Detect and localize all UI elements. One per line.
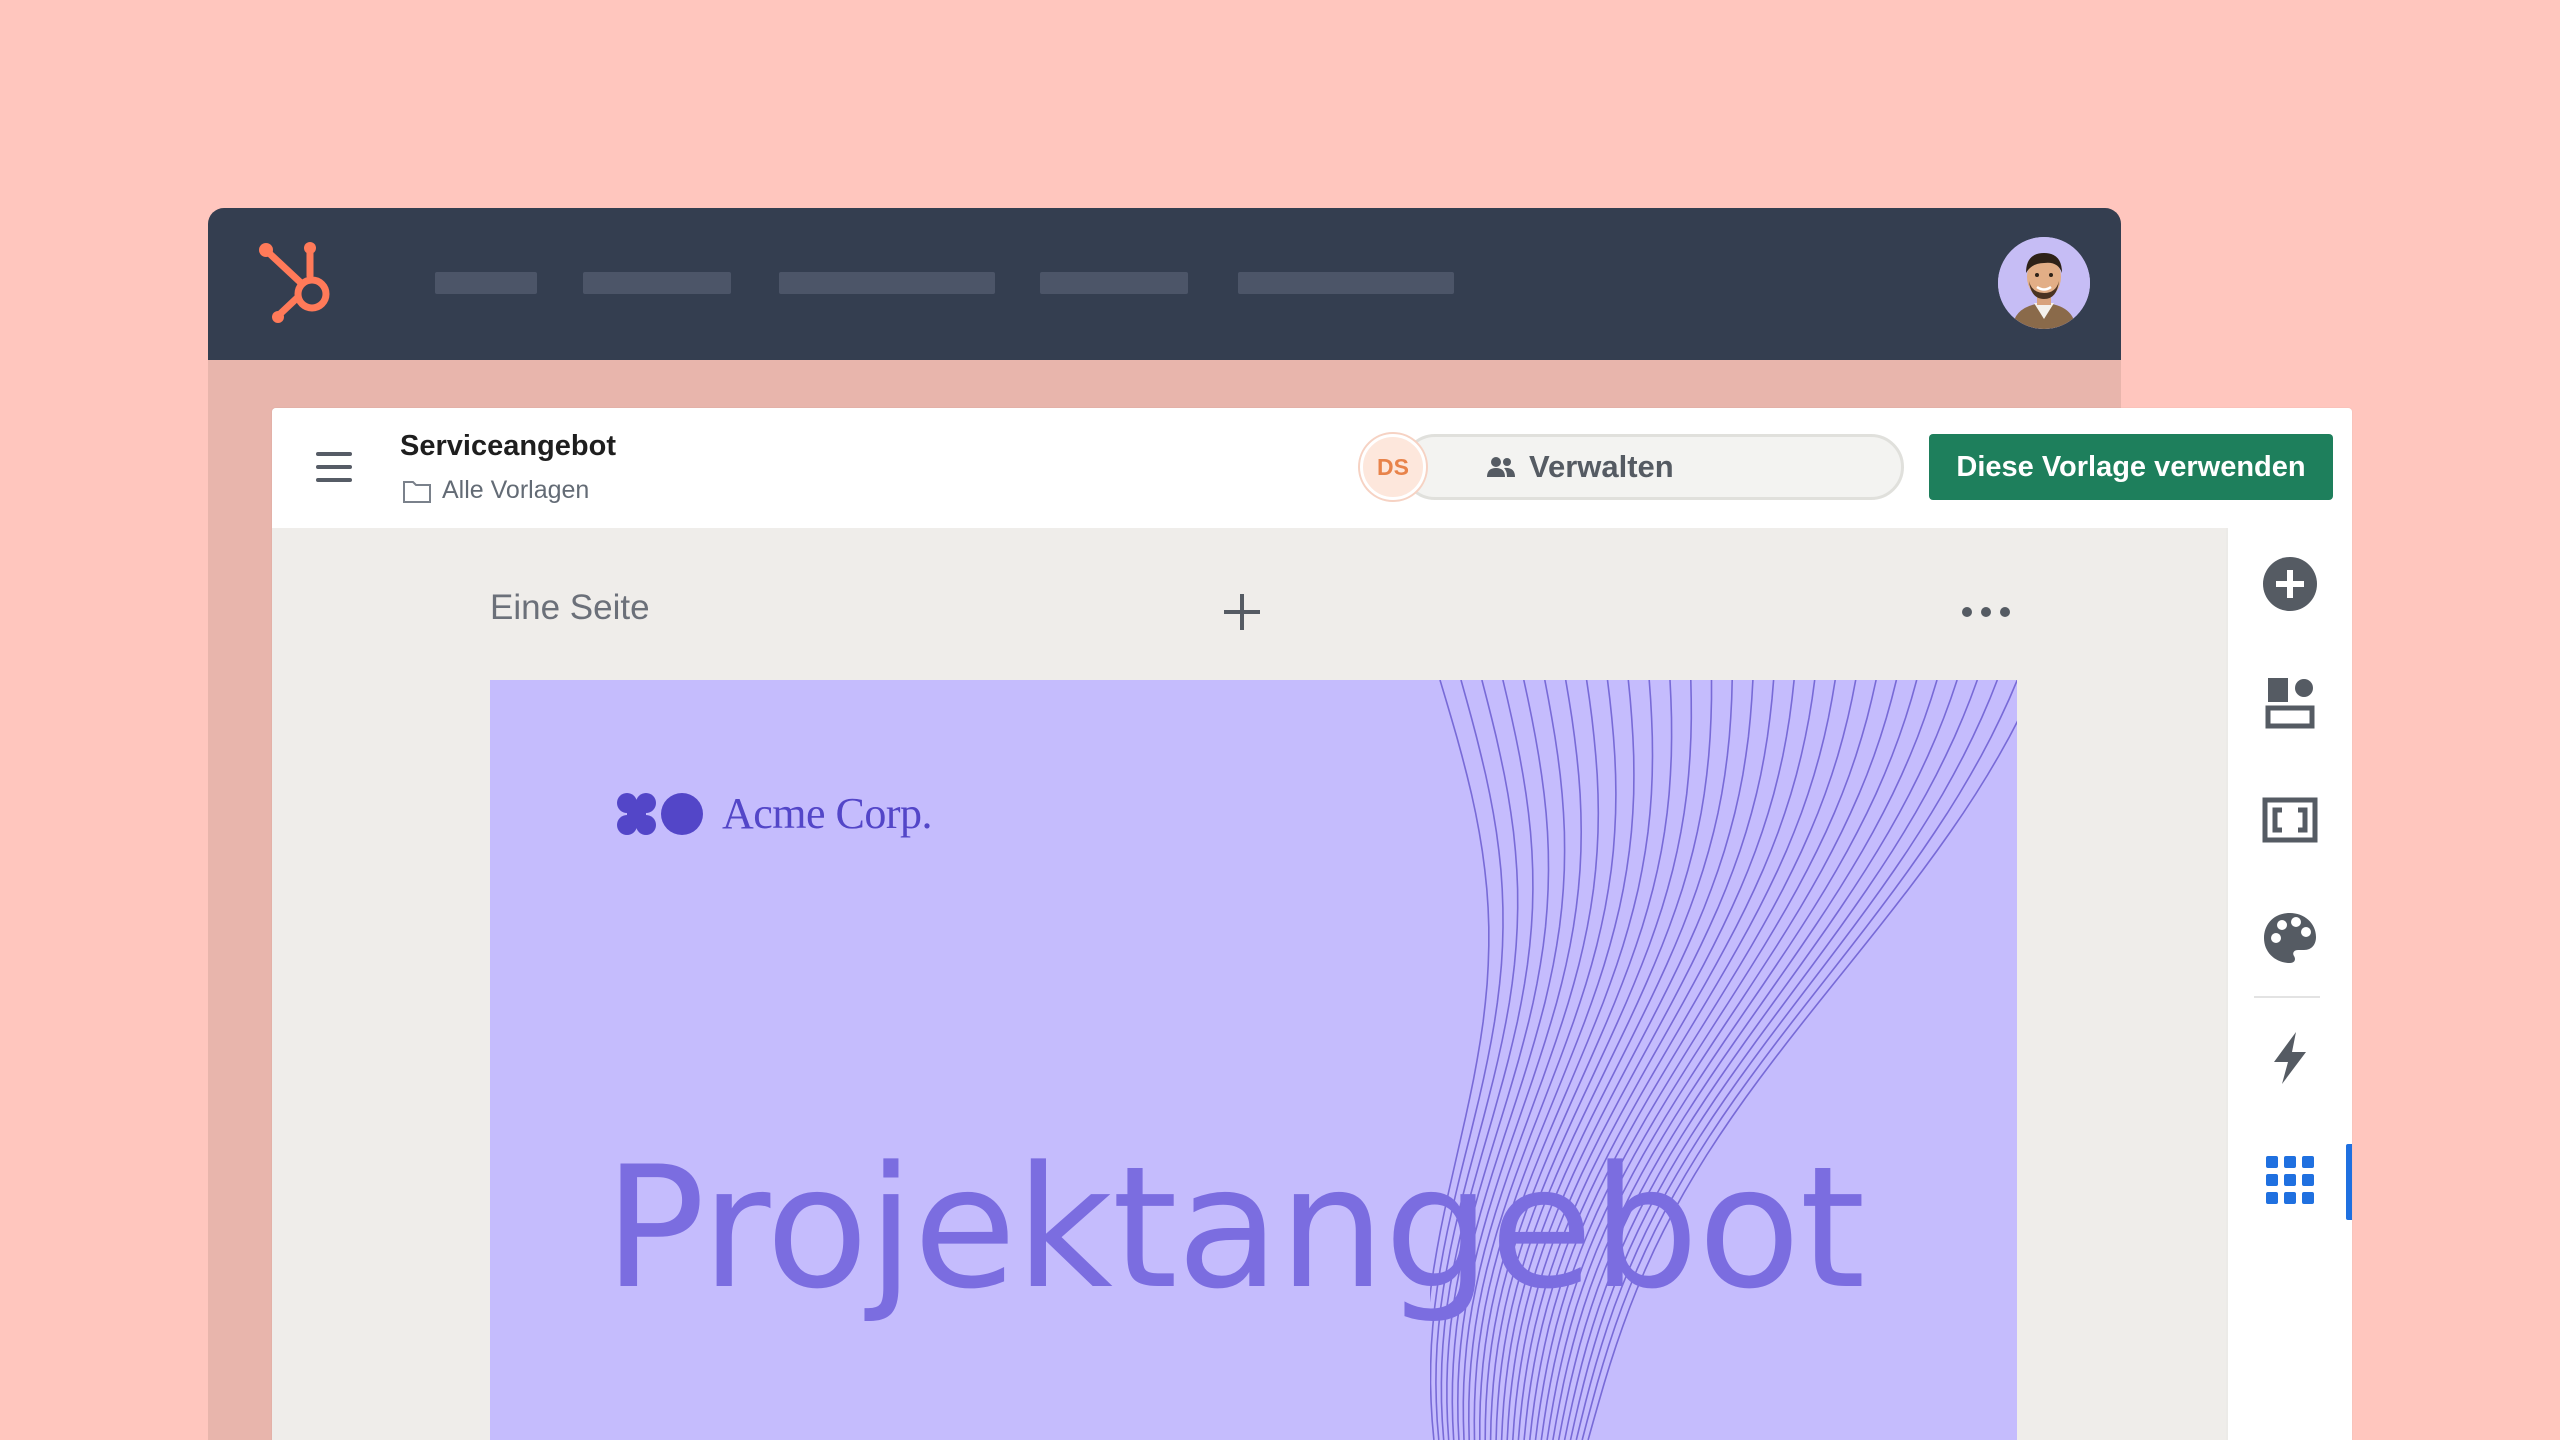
grid-dot (2302, 1192, 2314, 1204)
brand-logo: Acme Corp. (616, 788, 933, 839)
collaborator-avatar[interactable]: DS (1360, 434, 1426, 500)
wave-line (1529, 680, 1836, 1440)
nav-item-placeholder[interactable] (583, 272, 731, 294)
wave-line (1430, 680, 1504, 1440)
wave-line (1500, 680, 1733, 1440)
frame-icon[interactable] (2260, 790, 2320, 850)
page-options-icon[interactable] (1962, 604, 2010, 620)
breadcrumb-label: Alle Vorlagen (442, 476, 590, 504)
nav-item-placeholder[interactable] (435, 272, 537, 294)
user-avatar[interactable] (1998, 237, 2090, 329)
top-navigation (208, 208, 2121, 360)
grid-dot (2266, 1156, 2278, 1168)
active-tool-indicator (2346, 1144, 2352, 1220)
wave-line (1587, 720, 2017, 1440)
people-icon (1487, 457, 1515, 477)
slide-preview[interactable]: Acme Corp. Projektangebot (490, 680, 2017, 1440)
menu-icon[interactable] (314, 452, 354, 484)
wave-line (1575, 680, 1999, 1440)
wave-lines-decoration (1430, 680, 2017, 1440)
grid-dot (2284, 1174, 2296, 1186)
toolbar-divider (2254, 996, 2320, 998)
brand-name: Acme Corp. (722, 789, 933, 838)
nav-item-placeholder[interactable] (1040, 272, 1188, 294)
hubspot-logo-icon[interactable] (252, 236, 352, 336)
wave-line (1512, 680, 1775, 1440)
right-toolbar (2226, 528, 2352, 1440)
layout-icon[interactable] (2260, 672, 2320, 732)
manage-label: Verwalten (1529, 449, 1674, 484)
slide-title[interactable]: Projektangebot (604, 1130, 1865, 1326)
use-template-button[interactable]: Diese Vorlage verwenden (1929, 434, 2333, 500)
grid-dot (2284, 1192, 2296, 1204)
wave-line (1479, 680, 1654, 1440)
grid-dot (2302, 1156, 2314, 1168)
add-icon[interactable] (2260, 554, 2320, 614)
grid-dot (2284, 1156, 2296, 1168)
nav-item-placeholder[interactable] (779, 272, 995, 294)
manage-sharing-button[interactable]: Verwalten (1402, 434, 1904, 500)
editor-header: Serviceangebot Alle Vorlagen Verwalten D… (272, 408, 2352, 528)
apps-grid-icon[interactable] (2260, 1150, 2320, 1210)
wave-line (1581, 680, 2017, 1440)
palette-icon[interactable] (2260, 908, 2320, 968)
acme-logo-icon (617, 792, 703, 835)
add-page-icon[interactable] (1220, 590, 1264, 634)
nav-item-placeholder[interactable] (1238, 272, 1454, 294)
lightning-icon[interactable] (2260, 1028, 2320, 1088)
breadcrumb[interactable]: Alle Vorlagen (402, 476, 589, 505)
document-title: Serviceangebot (400, 430, 616, 462)
avatar-person-icon (1998, 237, 2090, 329)
grid-dot (2266, 1192, 2278, 1204)
page-label[interactable]: Eine Seite (490, 588, 650, 628)
grid-dot (2302, 1174, 2314, 1186)
folder-icon (403, 480, 431, 503)
document-editor-window: Serviceangebot Alle Vorlagen Verwalten D… (272, 408, 2352, 1440)
grid-dot (2266, 1174, 2278, 1186)
